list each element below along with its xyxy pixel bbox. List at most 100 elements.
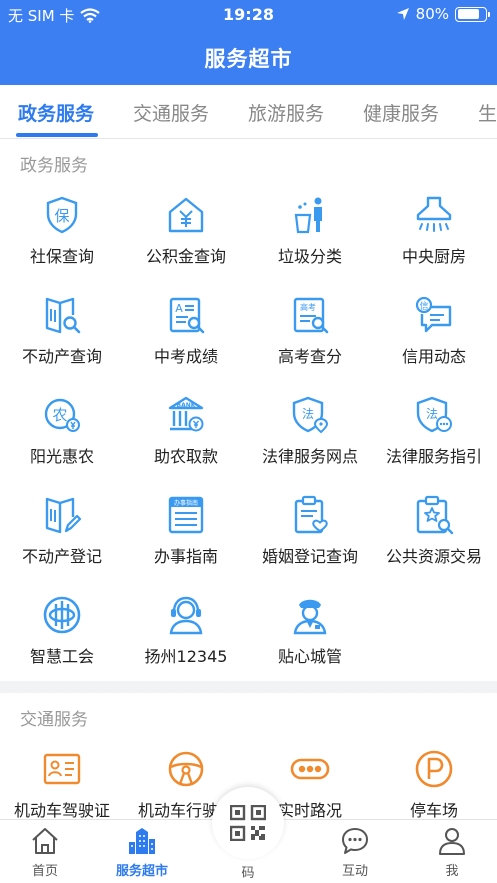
service-label: 垃圾分类 — [277, 247, 342, 266]
svg-text:BANK: BANK — [177, 402, 196, 409]
battery-fill — [457, 9, 480, 19]
range-hood-icon — [416, 196, 452, 232]
service-label: 不动产登记 — [21, 547, 102, 566]
service-item-garbage-sort[interactable]: 垃圾分类 — [248, 195, 372, 295]
service-label: 扬州12345 — [144, 647, 228, 666]
service-item-marriage-query[interactable]: 婚姻登记查询 — [248, 495, 372, 595]
service-label: 信用动态 — [401, 347, 466, 366]
tab-health-service[interactable]: 健康服务 — [363, 99, 439, 126]
tab-active-indicator — [16, 133, 98, 137]
union-logo-icon — [43, 596, 81, 634]
service-item-sunshine-farm[interactable]: 农 阳光惠农 — [0, 395, 124, 495]
service-label: 中考成绩 — [153, 347, 218, 366]
status-bar: 无 SIM 卡 19:28 80% — [0, 0, 497, 30]
chat-bubble-icon — [342, 828, 368, 854]
service-item-public-resource[interactable]: 公共资源交易 — [372, 495, 496, 595]
svg-text:办事指南: 办事指南 — [174, 499, 198, 507]
category-tabs: 政务服务 交通服务 旅游服务 健康服务 生 — [0, 85, 497, 139]
service-label: 贴心城管 — [277, 647, 342, 666]
service-label: 阳光惠农 — [29, 447, 94, 466]
svg-text:法: 法 — [426, 407, 438, 421]
service-label: 智慧工会 — [29, 647, 94, 666]
service-item-credit-news[interactable]: 信 信用动态 — [372, 295, 496, 395]
battery-percent: 80% — [415, 5, 449, 23]
service-item-city-management[interactable]: 贴心城管 — [248, 595, 372, 695]
battery-icon — [455, 6, 490, 22]
tab-traffic-service[interactable]: 交通服务 — [133, 99, 209, 126]
tabbar-qr-code[interactable] — [212, 787, 284, 859]
service-label: 助农取款 — [153, 447, 218, 466]
parking-icon — [415, 750, 453, 788]
svg-text:农: 农 — [52, 406, 67, 424]
service-label: 婚姻登记查询 — [261, 547, 358, 566]
tabbar-service-market[interactable]: 服务超市 — [97, 826, 187, 879]
service-item-smart-union[interactable]: 智慧工会 — [0, 595, 124, 695]
farm-coin-icon: 农 — [44, 398, 80, 432]
service-item-parking[interactable]: 停车场 — [372, 749, 496, 819]
nav-bar: 服务超市 — [0, 30, 497, 85]
service-label: 不动产查询 — [21, 347, 102, 366]
tab-gov-service[interactable]: 政务服务 — [18, 99, 94, 126]
law-shield-chat-icon: 法 — [416, 396, 452, 433]
svg-text:信: 信 — [419, 300, 428, 312]
svg-text:保: 保 — [54, 207, 69, 225]
service-item-property-query[interactable]: 不动产查询 — [0, 295, 124, 395]
tabbar-interact[interactable]: 互动 — [310, 826, 400, 879]
service-item-zhongkao-score[interactable]: A 中考成绩 — [124, 295, 248, 395]
tabbar-label: 我 — [445, 864, 459, 879]
service-item-central-kitchen[interactable]: 中央厨房 — [372, 195, 496, 295]
doc-gaokao-search-icon: 高考 — [293, 297, 329, 334]
tab-travel-service[interactable]: 旅游服务 — [248, 99, 324, 126]
service-label: 中央厨房 — [401, 247, 466, 266]
service-item-legal-guide[interactable]: 法 法律服务指引 — [372, 395, 496, 495]
doc-a-search-icon: A — [169, 297, 205, 334]
tab-life-service[interactable]: 生 — [478, 99, 497, 126]
license-card-icon — [43, 753, 81, 785]
svg-text:高考: 高考 — [300, 302, 316, 312]
svg-text:A: A — [175, 302, 183, 315]
page-title: 服务超市 — [204, 46, 293, 71]
service-label: 高考查分 — [277, 347, 342, 366]
guide-book-icon: 办事指南 — [168, 496, 204, 534]
service-item-farm-withdraw[interactable]: BANK 助农取款 — [124, 395, 248, 495]
trash-person-icon — [294, 197, 322, 234]
status-right: 80% — [396, 5, 490, 23]
gov-service-section: 政务服务 保 社保查询 公积金查询 垃圾分类 中央厨房 不动产查询 A 中考成绩… — [0, 139, 497, 681]
svg-text:法: 法 — [302, 407, 314, 421]
tabbar-me[interactable]: 我 — [407, 826, 497, 879]
book-search-icon — [45, 297, 81, 334]
service-label: 办事指南 — [153, 547, 218, 566]
headset-operator-icon — [169, 596, 203, 635]
shield-bao-icon: 保 — [46, 196, 78, 234]
clipboard-heart-icon — [294, 495, 328, 534]
tabbar-home[interactable]: 首页 — [0, 826, 90, 879]
location-arrow-icon — [396, 8, 409, 20]
section-title-gov: 政务服务 — [20, 156, 88, 176]
house-yuan-icon — [168, 197, 204, 233]
service-item-hotline-12345[interactable]: 扬州12345 — [124, 595, 248, 695]
service-item-affairs-guide[interactable]: 办事指南 办事指南 — [124, 495, 248, 595]
tabbar-label: 服务超市 — [115, 864, 168, 879]
bank-icon: BANK — [168, 396, 204, 432]
law-shield-location-icon: 法 — [292, 396, 329, 434]
service-label: 社保查询 — [29, 247, 94, 266]
credit-message-icon: 信 — [415, 296, 452, 333]
service-content[interactable]: 政务服务 保 社保查询 公积金查询 垃圾分类 中央厨房 不动产查询 A 中考成绩… — [0, 139, 497, 819]
city-buildings-icon — [129, 828, 155, 854]
tabbar-label: 互动 — [341, 864, 368, 879]
service-label: 公积金查询 — [145, 247, 226, 266]
steering-wheel-icon — [168, 751, 204, 787]
service-item-legal-office[interactable]: 法 法律服务网点 — [248, 395, 372, 495]
service-item-driver-license[interactable]: 机动车驾驶证 — [0, 749, 124, 819]
service-label: 机动车驾驶证 — [13, 801, 110, 819]
book-edit-icon — [45, 497, 82, 534]
service-label: 法律服务网点 — [261, 447, 358, 466]
qr-code-icon — [230, 805, 266, 841]
service-label: 公共资源交易 — [385, 547, 482, 566]
tabbar-label: 首页 — [31, 864, 58, 879]
service-item-gaokao-score[interactable]: 高考 高考查分 — [248, 295, 372, 395]
service-item-social-security[interactable]: 保 社保查询 — [0, 195, 124, 295]
service-item-property-register[interactable]: 不动产登记 — [0, 495, 124, 595]
service-item-housing-fund[interactable]: 公积金查询 — [124, 195, 248, 295]
section-title-traffic: 交通服务 — [20, 710, 88, 730]
